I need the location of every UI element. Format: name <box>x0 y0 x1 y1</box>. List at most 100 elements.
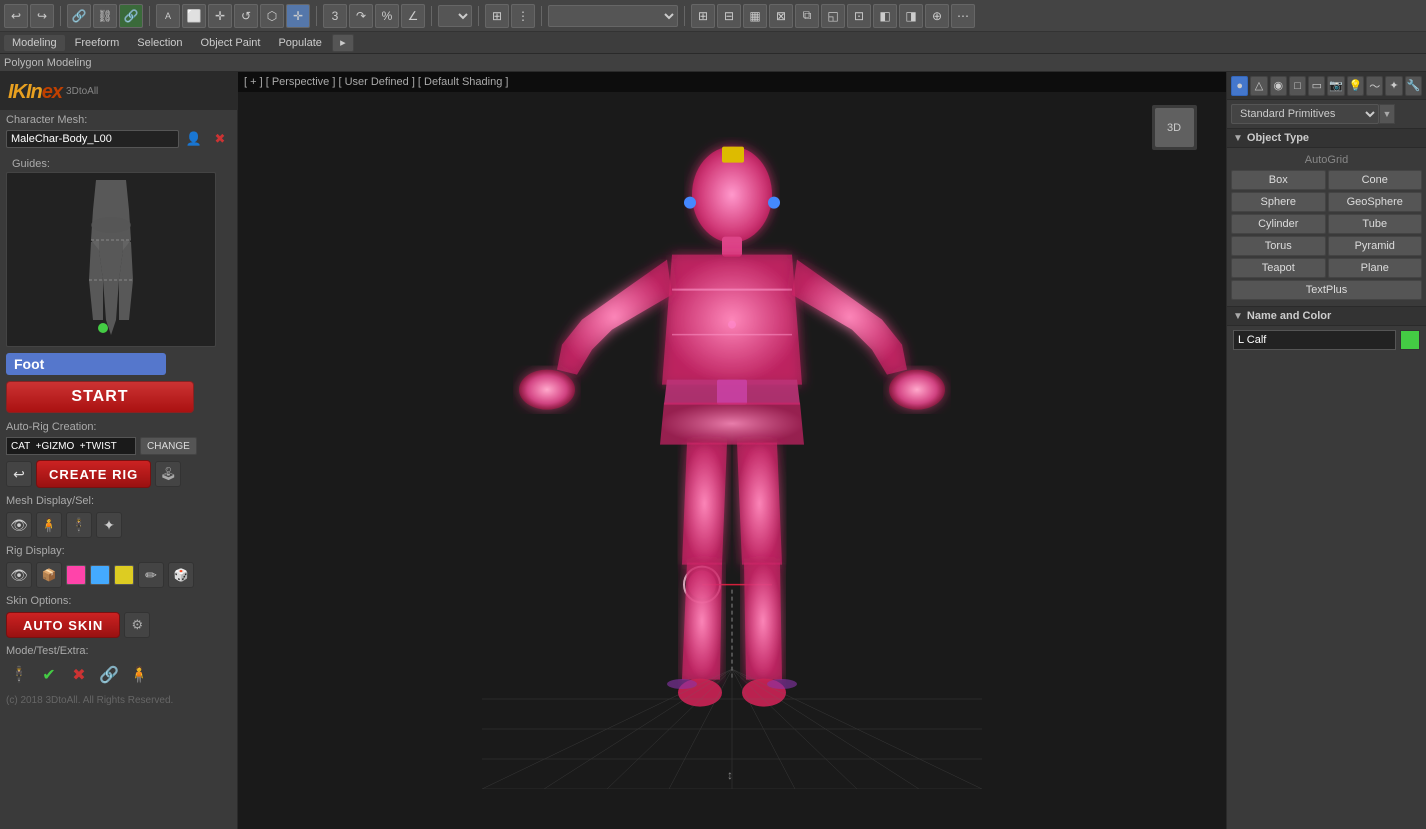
separator-7 <box>684 6 685 26</box>
rt-btn-sphere[interactable]: ● <box>1231 76 1248 96</box>
percent-button[interactable]: % <box>375 4 399 28</box>
mode-check-icon[interactable]: ✔ <box>36 662 62 688</box>
snap-button[interactable]: ✛ <box>286 4 310 28</box>
start-button[interactable]: START <box>6 381 194 413</box>
rig-color-cyan[interactable] <box>90 565 110 585</box>
std-primitives-dropdown[interactable]: Standard Primitives <box>1231 104 1379 124</box>
rig-undo-button[interactable]: ↩ <box>6 461 32 487</box>
transform-button[interactable]: ⬜ <box>182 4 206 28</box>
obj-btn-pyramid[interactable]: Pyramid <box>1328 236 1423 256</box>
unlink-button[interactable]: ⛓ <box>93 4 117 28</box>
rt-btn-rect[interactable]: ▭ <box>1308 76 1325 96</box>
viewport[interactable]: [ + ] [ Perspective ] [ User Defined ] [… <box>238 72 1226 829</box>
rt-btn-tool[interactable]: 🔧 <box>1405 76 1422 96</box>
rig-pencil-icon[interactable]: ✏ <box>138 562 164 588</box>
obj-btn-cone[interactable]: Cone <box>1328 170 1423 190</box>
mirror-button[interactable]: ↷ <box>349 4 373 28</box>
view-tool-1[interactable]: ⊞ <box>485 4 509 28</box>
mode-figure-icon[interactable]: 🧍 <box>126 662 152 688</box>
ik-header: IKInex 3DtoAll <box>0 72 237 110</box>
layout-btn-9[interactable]: ◨ <box>899 4 923 28</box>
obj-btn-box[interactable]: Box <box>1231 170 1326 190</box>
color-picker[interactable] <box>1400 330 1420 350</box>
rt-btn-sphere2[interactable]: ◉ <box>1270 76 1287 96</box>
menu-populate[interactable]: Populate <box>270 35 329 51</box>
link-group: 🔗 ⛓ 🔗 <box>67 4 143 28</box>
obj-btn-geosphere[interactable]: GeoSphere <box>1328 192 1423 212</box>
name-input[interactable] <box>1233 330 1396 350</box>
rig-color-yellow[interactable] <box>114 565 134 585</box>
char-mesh-delete-icon[interactable]: ✖ <box>209 130 231 148</box>
obj-btn-cylinder[interactable]: Cylinder <box>1231 214 1326 234</box>
rt-btn-cam[interactable]: 📷 <box>1327 76 1344 96</box>
pivot-button[interactable]: 3 <box>323 4 347 28</box>
layout-btn-2[interactable]: ⊟ <box>717 4 741 28</box>
object-type-content: AutoGrid Box Cone Sphere GeoSphere Cylin… <box>1227 148 1426 306</box>
menu-object-paint[interactable]: Object Paint <box>193 35 269 51</box>
angle-button[interactable]: ∠ <box>401 4 425 28</box>
layout-btn-5[interactable]: ⧉ <box>795 4 819 28</box>
mode-x-icon[interactable]: ✖ <box>66 662 92 688</box>
obj-btn-plane[interactable]: Plane <box>1328 258 1423 278</box>
view-dropdown[interactable]: View <box>438 5 472 27</box>
rt-btn-square[interactable]: □ <box>1289 76 1306 96</box>
rotate-button[interactable]: ↺ <box>234 4 258 28</box>
mesh-extra-icon[interactable]: ✦ <box>96 512 122 538</box>
mesh-figure-icon[interactable]: 🕴 <box>66 512 92 538</box>
selection-dropdown[interactable]: Create Selection Se <box>548 5 678 27</box>
transform-group: A ⬜ ✛ ↺ ⬡ ✛ <box>156 4 310 28</box>
change-button[interactable]: CHANGE <box>140 437 197 455</box>
layout-btn-3[interactable]: ▦ <box>743 4 767 28</box>
select-button[interactable]: A <box>156 4 180 28</box>
rig-color-pink[interactable] <box>66 565 86 585</box>
name-color-header[interactable]: ▼ Name and Color <box>1227 306 1426 326</box>
dropdown-arrow[interactable]: ▼ <box>1379 104 1395 124</box>
menu-freeform[interactable]: Freeform <box>67 35 128 51</box>
create-rig-button[interactable]: CREATE RIG <box>36 460 151 488</box>
rt-btn-wave[interactable]: 〜 <box>1366 76 1383 96</box>
menu-icon-extra[interactable]: ▸ <box>332 34 354 52</box>
nav-cube: 3D <box>1147 100 1202 155</box>
rig-box-icon[interactable]: 📦 <box>36 562 62 588</box>
mode-stick-icon[interactable]: 🕴 <box>6 662 32 688</box>
layout-btn-6[interactable]: ◱ <box>821 4 845 28</box>
mode-link-icon[interactable]: 🔗 <box>96 662 122 688</box>
obj-btn-torus[interactable]: Torus <box>1231 236 1326 256</box>
mesh-eye-icon[interactable]: 👁 <box>6 512 32 538</box>
object-type-header[interactable]: ▼ Object Type <box>1227 128 1426 148</box>
obj-btn-teapot[interactable]: Teapot <box>1231 258 1326 278</box>
foot-label: Foot <box>6 353 166 375</box>
undo-button[interactable]: ↩ <box>4 4 28 28</box>
redo-button[interactable]: ↪ <box>30 4 54 28</box>
rig-eye-icon[interactable]: 👁 <box>6 562 32 588</box>
rt-btn-particle[interactable]: ✦ <box>1385 76 1402 96</box>
char-mesh-person-icon[interactable]: 👤 <box>183 130 205 148</box>
menu-modeling[interactable]: Modeling <box>4 35 65 51</box>
layout-btn-1[interactable]: ⊞ <box>691 4 715 28</box>
char-mesh-input[interactable] <box>6 130 179 148</box>
view-tool-2[interactable]: ⋮ <box>511 4 535 28</box>
obj-btn-textplus[interactable]: TextPlus <box>1231 280 1422 300</box>
grid-svg: ↕ <box>482 669 982 789</box>
rt-btn-tri[interactable]: △ <box>1250 76 1267 96</box>
link-button[interactable]: 🔗 <box>67 4 91 28</box>
auto-skin-button[interactable]: AUTO SKIN <box>6 612 120 638</box>
move-button[interactable]: ✛ <box>208 4 232 28</box>
rig-figure-icon[interactable]: 🕹 <box>155 461 181 487</box>
layout-btn-11[interactable]: ⋯ <box>951 4 975 28</box>
rig-type-input[interactable] <box>6 437 136 455</box>
layout-btn-7[interactable]: ⊡ <box>847 4 871 28</box>
menu-selection[interactable]: Selection <box>129 35 190 51</box>
ik-3d-label: 3DtoAll <box>66 86 98 97</box>
obj-btn-sphere[interactable]: Sphere <box>1231 192 1326 212</box>
bind-button[interactable]: 🔗 <box>119 4 143 28</box>
rt-btn-light[interactable]: 💡 <box>1347 76 1364 96</box>
layout-btn-10[interactable]: ⊕ <box>925 4 949 28</box>
mesh-person-icon[interactable]: 🧍 <box>36 512 62 538</box>
rig-cube-icon[interactable]: 🎲 <box>168 562 194 588</box>
skin-settings-icon[interactable]: ⚙ <box>124 612 150 638</box>
scale-button[interactable]: ⬡ <box>260 4 284 28</box>
obj-btn-tube[interactable]: Tube <box>1328 214 1423 234</box>
layout-btn-8[interactable]: ◧ <box>873 4 897 28</box>
layout-btn-4[interactable]: ⊠ <box>769 4 793 28</box>
